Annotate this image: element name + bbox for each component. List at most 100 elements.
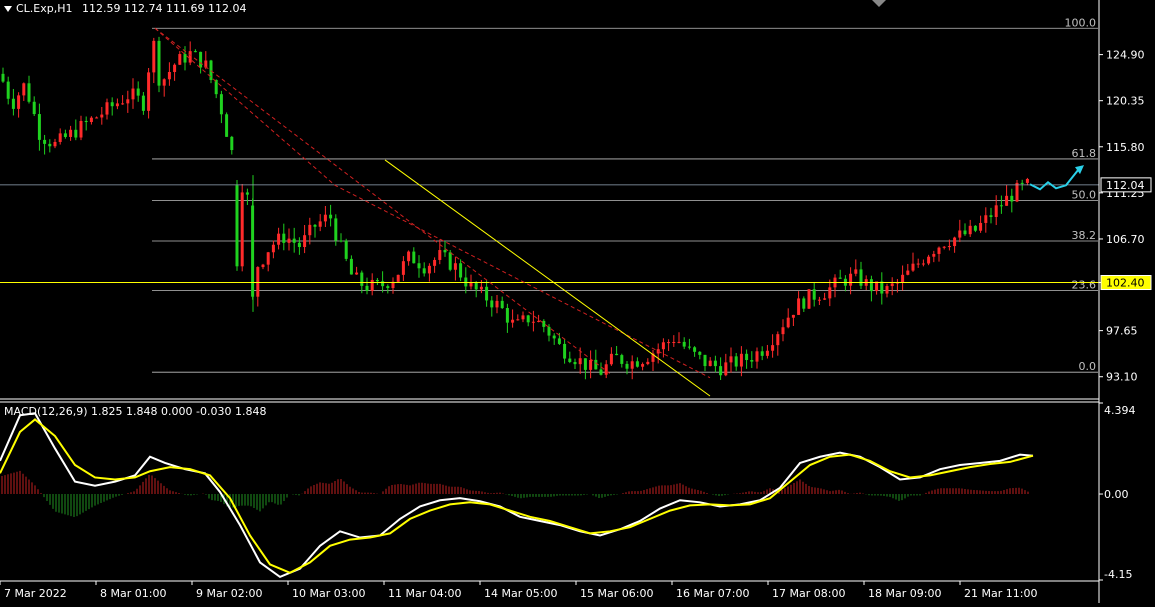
candle-bull xyxy=(261,264,265,268)
time-tick-label: 7 Mar 2022 xyxy=(4,587,67,600)
chart-header: CL.Exp,H1 112.59 112.74 111.69 112.04 xyxy=(4,2,246,15)
candle-bear xyxy=(703,354,707,367)
candle-bull xyxy=(17,95,21,109)
time-tick-label: 9 Mar 02:00 xyxy=(196,587,262,600)
candle-bear xyxy=(745,353,749,361)
candle-bull xyxy=(516,319,520,321)
candle-bear xyxy=(37,114,41,140)
candle-bull xyxy=(100,114,104,118)
time-tick-label: 8 Mar 01:00 xyxy=(100,587,166,600)
candle-bull xyxy=(979,222,983,231)
candle-bear xyxy=(859,269,863,286)
candle-bear xyxy=(344,240,348,259)
macd-tick-label: 0.00 xyxy=(1104,488,1129,501)
candle-bear xyxy=(365,285,369,291)
scroll-marker-icon xyxy=(872,0,886,7)
candle-bull xyxy=(937,247,941,254)
candle-bull xyxy=(729,356,733,363)
candle-bull xyxy=(968,225,972,235)
candle-bear xyxy=(838,277,842,279)
candle-bear xyxy=(183,54,187,63)
candle-bear xyxy=(386,286,390,289)
candle-bear xyxy=(157,40,161,86)
candle-bear xyxy=(682,341,686,347)
candle-bear xyxy=(63,133,67,137)
candle-bear xyxy=(6,81,10,99)
candle-bear xyxy=(693,347,697,352)
macd-tick-label: 4.394 xyxy=(1104,404,1136,417)
candle-bear xyxy=(339,240,343,242)
candle-bull xyxy=(162,79,166,86)
candle-bear xyxy=(141,95,145,111)
ohlc-values: 112.59 112.74 111.69 112.04 xyxy=(82,2,247,15)
candle-bull xyxy=(1025,178,1029,183)
candle-bear xyxy=(1010,195,1014,202)
candle-bear xyxy=(869,279,873,292)
candle-bull xyxy=(739,353,743,367)
candle-bear xyxy=(812,289,816,300)
candle-bull xyxy=(667,342,671,344)
candle-bear xyxy=(245,192,249,195)
candle-bull xyxy=(58,133,62,142)
candle-bull xyxy=(131,88,135,100)
candle-bear xyxy=(225,114,229,137)
candle-bear xyxy=(594,359,598,370)
candle-bear xyxy=(214,80,218,95)
candle-bull xyxy=(854,269,858,274)
candle-bear xyxy=(583,358,587,370)
fibonacci-levels: 100.0 61.8 50.0 38.2 23.6 0.0 xyxy=(152,16,1098,373)
chart-canvas[interactable]: 100.0 61.8 50.0 38.2 23.6 0.0 124.90 120.35 115… xyxy=(0,0,1155,603)
candle-bull xyxy=(823,298,827,300)
candle-bull xyxy=(641,364,645,367)
fib-level-label: 61.8 xyxy=(1072,147,1097,160)
candle-bear xyxy=(999,205,1003,207)
channel-lower-line xyxy=(154,27,611,375)
candle-bull xyxy=(807,289,811,309)
candle-bear xyxy=(485,286,489,301)
candle-bull xyxy=(901,274,905,283)
candle-bear xyxy=(573,362,577,365)
candle-bull xyxy=(921,263,925,265)
candle-bull xyxy=(152,40,156,73)
candle-bull xyxy=(469,282,473,287)
candle-bull xyxy=(511,319,515,323)
macd-panel xyxy=(0,412,1034,579)
candle-bear xyxy=(635,361,639,367)
trendline xyxy=(384,159,711,397)
candle-bear xyxy=(625,363,629,369)
candle-bear xyxy=(422,268,426,274)
candle-bull xyxy=(765,350,769,356)
candle-bull xyxy=(495,300,499,308)
candle-bear xyxy=(193,51,197,53)
candle-bull xyxy=(521,315,525,320)
candle-bull xyxy=(147,72,151,111)
candle-bear xyxy=(448,252,452,270)
candle-bull xyxy=(791,314,795,318)
candle-bull xyxy=(266,252,270,265)
candle-bear xyxy=(48,143,52,147)
macd-label: MACD(12,26,9) 1.825 1.848 0.000 -0.030 1… xyxy=(4,405,267,418)
candle-bull xyxy=(953,237,957,247)
candle-bull xyxy=(173,64,177,72)
chart-menu-icon[interactable] xyxy=(4,6,12,12)
candle-bear xyxy=(698,351,702,355)
projection-path xyxy=(1029,169,1079,191)
candle-bull xyxy=(69,129,73,137)
candlestick-series xyxy=(1,36,1029,381)
candle-bull xyxy=(303,235,307,248)
candle-bull xyxy=(323,214,327,222)
candle-bear xyxy=(615,353,619,356)
candle-bear xyxy=(750,360,754,362)
candle-bull xyxy=(178,54,182,65)
fib-level-label: 100.0 xyxy=(1065,16,1097,29)
candle-bull xyxy=(604,364,608,375)
candle-bear xyxy=(375,279,379,282)
candle-bear xyxy=(542,320,546,327)
candle-bear xyxy=(568,358,572,363)
candle-bull xyxy=(121,103,125,105)
candle-bull xyxy=(916,263,920,265)
candle-bear xyxy=(547,326,551,336)
candle-bull xyxy=(776,334,780,346)
candle-bull xyxy=(927,256,931,264)
candle-bull xyxy=(53,141,57,147)
